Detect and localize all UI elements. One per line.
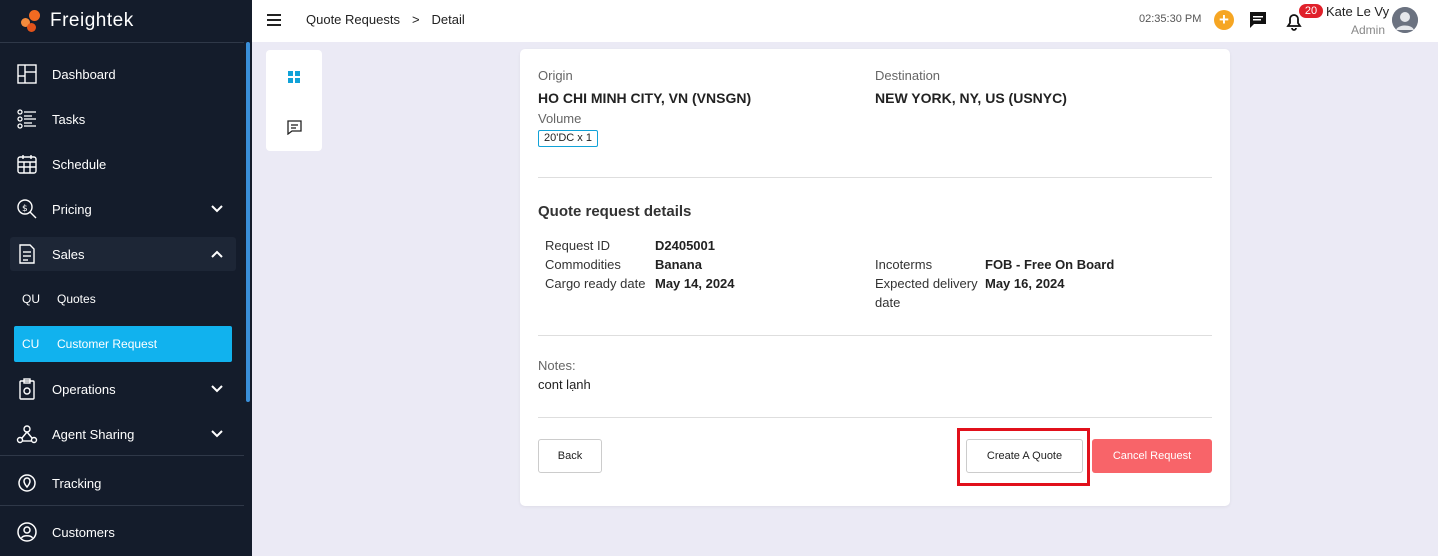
sidebar-item-label: Tracking (52, 475, 102, 491)
sidebar-item-label: Dashboard (52, 66, 116, 82)
svg-text:$: $ (22, 204, 28, 214)
sidebar-item-agent-sharing[interactable]: Agent Sharing (10, 417, 236, 451)
incoterms-value: FOB - Free On Board (985, 257, 1115, 272)
subitem-abbr: QU (22, 292, 40, 306)
sidebar-item-sales[interactable]: Sales (10, 237, 236, 271)
chevron-down-icon[interactable] (210, 427, 224, 441)
notes-value: cont lạnh (538, 377, 591, 392)
chevron-down-icon[interactable] (210, 382, 224, 396)
cargo-ready-label: Cargo ready date (545, 276, 646, 291)
sidebar-item-label: Operations (52, 381, 116, 397)
operations-icon (16, 378, 38, 400)
sidebar-item-customers[interactable]: Customers (10, 515, 236, 549)
sidebar-item-tasks[interactable]: Tasks (10, 102, 236, 136)
subitem-label: Customer Request (57, 337, 158, 351)
sidebar-item-label: Tasks (52, 111, 86, 127)
commodities-value: Banana (655, 257, 702, 272)
highlight-box (957, 428, 1090, 486)
avatar[interactable] (1392, 7, 1418, 33)
incoterms-label: Incoterms (875, 257, 933, 272)
clock: 02:35:30 PM (1139, 13, 1202, 25)
divider (0, 505, 244, 506)
menu-icon[interactable] (267, 13, 281, 27)
breadcrumb-quote-requests[interactable]: Quote Requests (306, 12, 400, 27)
breadcrumb: Quote Requests > Detail (306, 12, 465, 27)
breadcrumb-detail: Detail (431, 12, 465, 27)
section-title: Quote request details (538, 203, 692, 220)
volume-label: Volume (538, 111, 582, 126)
brand-name: Freightek (50, 10, 134, 31)
expected-delivery-label-cont: date (875, 295, 901, 310)
schedule-icon (16, 153, 38, 175)
user-name[interactable]: Kate Le Vy (1326, 4, 1389, 19)
divider (0, 42, 244, 43)
add-button[interactable]: + (1214, 10, 1234, 30)
sidebar-item-label: Pricing (52, 201, 92, 217)
chat-icon[interactable] (1248, 10, 1268, 30)
chevron-up-icon[interactable] (210, 247, 224, 261)
sidebar-subitem-quotes[interactable]: QU Quotes (14, 281, 232, 317)
sidebar-item-label: Customers (52, 524, 115, 540)
comment-icon[interactable] (287, 120, 302, 135)
sidebar-item-label: Schedule (52, 156, 107, 172)
expected-delivery-value: May 16, 2024 (985, 276, 1065, 291)
divider (538, 335, 1212, 336)
customers-icon (16, 521, 38, 543)
tracking-icon (16, 472, 38, 494)
notification-badge: 20 (1299, 4, 1323, 18)
cargo-ready-value: May 14, 2024 (655, 276, 735, 291)
user-role: Admin (1351, 23, 1386, 37)
freightek-logo-icon (20, 10, 44, 32)
grid-icon[interactable] (287, 70, 301, 84)
back-button[interactable]: Back (538, 439, 602, 473)
pricing-icon: $ (16, 198, 38, 220)
origin-label: Origin (538, 68, 573, 83)
request-id-label: Request ID (545, 238, 611, 253)
volume-tag: 20'DC x 1 (538, 130, 598, 147)
destination-value: NEW YORK, NY, US (USNYC) (875, 90, 1067, 106)
subitem-label: Quotes (57, 292, 96, 306)
origin-value: HO CHI MINH CITY, VN (VNSGN) (538, 90, 752, 106)
cancel-request-button[interactable]: Cancel Request (1092, 439, 1212, 473)
quote-request-card: Origin HO CHI MINH CITY, VN (VNSGN) Dest… (520, 49, 1230, 506)
agent-sharing-icon (16, 423, 38, 445)
sidebar-item-tracking[interactable]: Tracking (10, 466, 236, 500)
brand[interactable]: Freightek (20, 8, 134, 34)
sidebar-item-label: Sales (52, 246, 85, 262)
notes-label: Notes: (538, 358, 576, 373)
sales-icon (16, 243, 38, 265)
sidebar-item-operations[interactable]: Operations (10, 372, 236, 406)
topbar: Quote Requests > Detail 02:35:30 PM + 20… (252, 0, 1438, 42)
sidebar-item-pricing[interactable]: $ Pricing (10, 192, 236, 226)
commodities-label: Commodities (545, 257, 621, 272)
tasks-icon (16, 108, 38, 130)
divider (538, 177, 1212, 178)
dashboard-icon (16, 63, 38, 85)
chevron-down-icon[interactable] (210, 202, 224, 216)
sidebar-item-dashboard[interactable]: Dashboard (10, 57, 236, 91)
tool-panel (266, 50, 322, 151)
subitem-abbr: CU (22, 337, 40, 351)
breadcrumb-separator: > (411, 12, 420, 27)
divider (538, 417, 1212, 418)
divider (0, 455, 244, 456)
expected-delivery-label: Expected delivery (875, 276, 978, 291)
request-id-value: D2405001 (655, 238, 715, 253)
sidebar-item-label: Agent Sharing (52, 426, 135, 442)
sidebar: Freightek Dashboard Tasks Schedule $ Pri… (0, 0, 252, 556)
sidebar-item-schedule[interactable]: Schedule (10, 147, 236, 181)
sidebar-subitem-customer-request[interactable]: CU Customer Request (14, 326, 232, 362)
sidebar-scrollbar[interactable] (246, 42, 250, 402)
destination-label: Destination (875, 68, 941, 83)
